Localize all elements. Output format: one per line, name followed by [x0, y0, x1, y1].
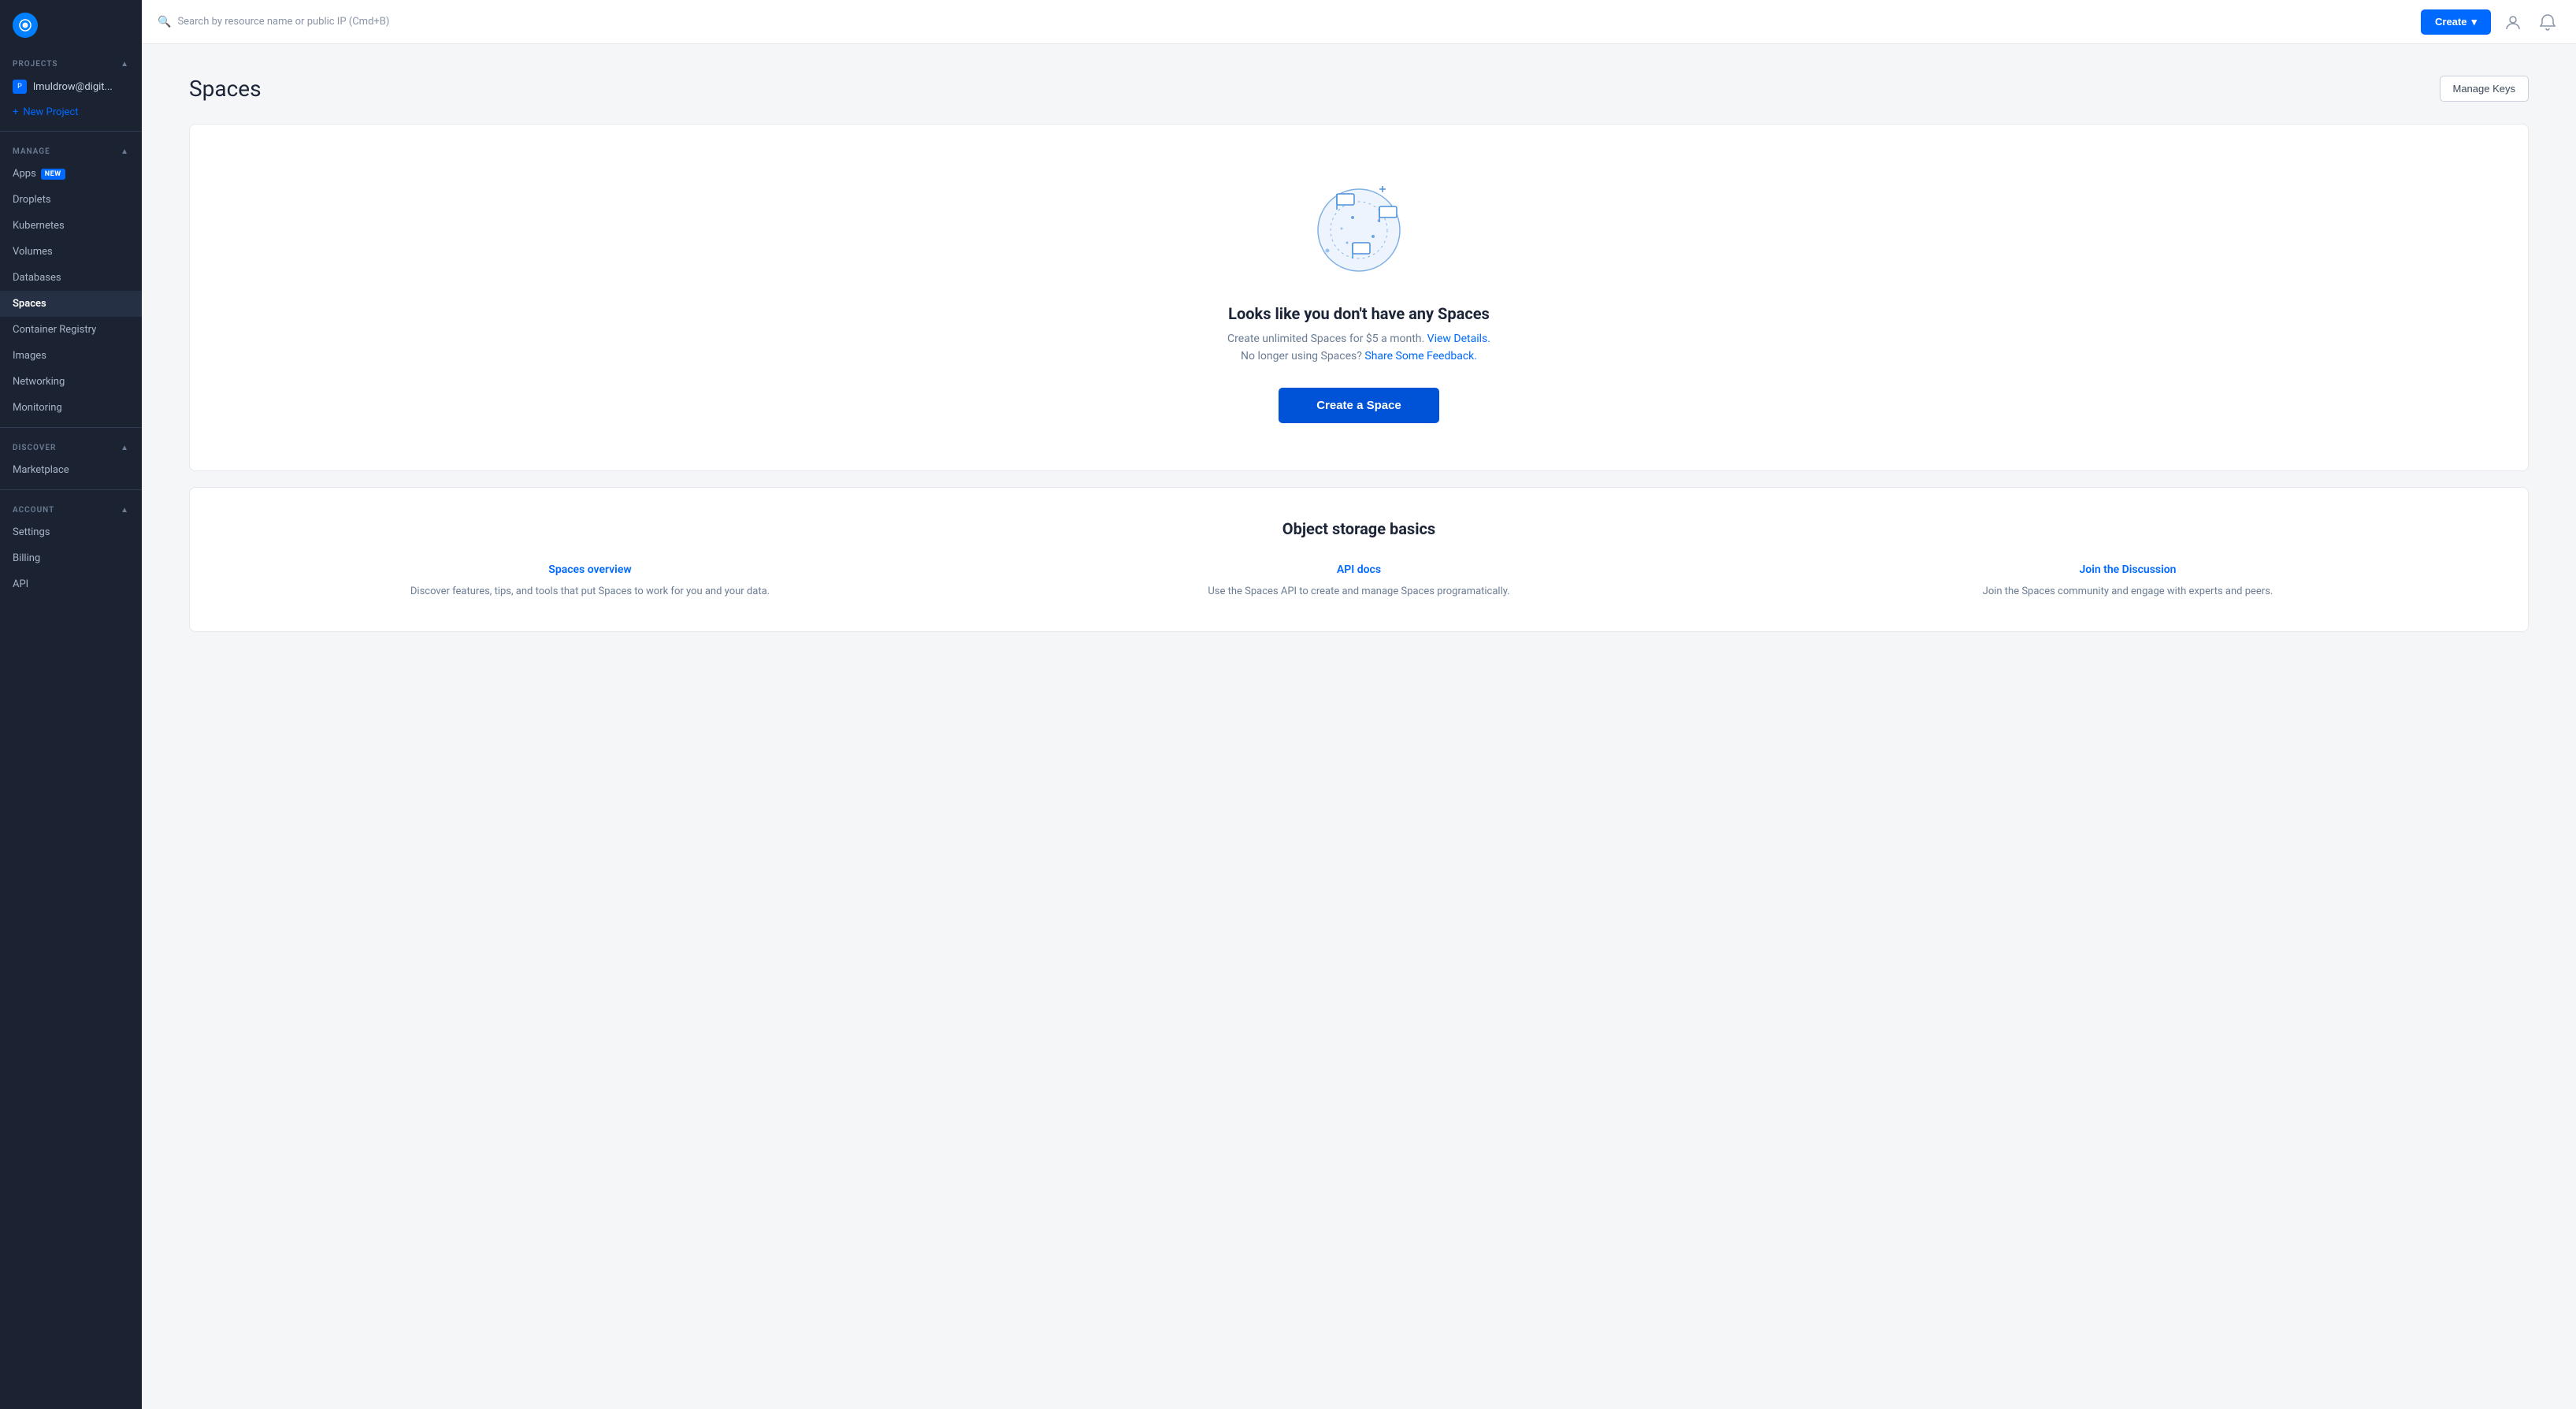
basics-item-overview: Spaces overview Discover features, tips,…	[221, 563, 959, 600]
spaces-illustration	[1304, 172, 1414, 282]
manage-keys-button[interactable]: Manage Keys	[2440, 76, 2530, 102]
sidebar-item-marketplace[interactable]: Marketplace	[0, 457, 142, 483]
sidebar-logo[interactable]	[0, 0, 142, 50]
basics-item-api: API docs Use the Spaces API to create an…	[990, 563, 1728, 600]
dropdown-arrow-icon: ▾	[2471, 16, 2477, 28]
create-button[interactable]: Create ▾	[2421, 9, 2491, 35]
spaces-overview-link[interactable]: Spaces overview	[221, 563, 959, 576]
sidebar-item-billing[interactable]: Billing	[0, 545, 142, 571]
spaces-overview-desc: Discover features, tips, and tools that …	[221, 584, 959, 600]
search-bar[interactable]: 🔍 Search by resource name or public IP (…	[158, 16, 2411, 28]
view-details-link[interactable]: View Details.	[1427, 333, 1490, 345]
empty-state-subtitle: Create unlimited Spaces for $5 a month. …	[1227, 333, 1490, 345]
manage-collapse-icon[interactable]: ▲	[121, 147, 129, 156]
basics-card: Object storage basics Spaces overview Di…	[189, 487, 2529, 632]
projects-collapse-icon[interactable]: ▲	[121, 60, 129, 69]
discover-section-header: DISCOVER ▲	[0, 434, 142, 457]
discover-collapse-icon[interactable]: ▲	[121, 444, 129, 452]
account-section-header: ACCOUNT ▲	[0, 496, 142, 519]
sidebar-item-spaces[interactable]: Spaces	[0, 291, 142, 317]
api-docs-desc: Use the Spaces API to create and manage …	[990, 584, 1728, 600]
page-content: Spaces Manage Keys	[142, 44, 2576, 1409]
apps-new-badge: NEW	[41, 169, 65, 180]
header-actions: Create ▾	[2421, 9, 2560, 35]
sidebar-item-databases[interactable]: Databases	[0, 265, 142, 291]
top-header: 🔍 Search by resource name or public IP (…	[142, 0, 2576, 44]
sidebar-item-api[interactable]: API	[0, 571, 142, 597]
plus-icon: +	[13, 106, 18, 118]
api-docs-link[interactable]: API docs	[990, 563, 1728, 576]
sidebar-item-droplets[interactable]: Droplets	[0, 187, 142, 213]
search-icon: 🔍	[158, 16, 171, 28]
basics-title: Object storage basics	[221, 519, 2496, 538]
basics-item-discussion: Join the Discussion Join the Spaces comm…	[1759, 563, 2496, 600]
basics-grid: Spaces overview Discover features, tips,…	[221, 563, 2496, 600]
sidebar-item-apps[interactable]: Apps NEW	[0, 161, 142, 187]
divider-3	[0, 489, 142, 490]
notifications-icon[interactable]	[2535, 9, 2560, 35]
current-project[interactable]: P lmuldrow@digit...	[0, 73, 142, 100]
page-header: Spaces Manage Keys	[189, 76, 2529, 102]
empty-state-card: Looks like you don't have any Spaces Cre…	[189, 124, 2529, 471]
sidebar-item-images[interactable]: Images	[0, 343, 142, 369]
create-space-button[interactable]: Create a Space	[1279, 388, 1439, 423]
page-title: Spaces	[189, 76, 262, 102]
project-icon: P	[13, 80, 27, 94]
sidebar: PROJECTS ▲ P lmuldrow@digit... + New Pro…	[0, 0, 142, 1409]
user-icon[interactable]	[2500, 9, 2526, 35]
sidebar-item-settings[interactable]: Settings	[0, 519, 142, 545]
divider-1	[0, 131, 142, 132]
share-feedback-link[interactable]: Share Some Feedback.	[1364, 350, 1477, 362]
sidebar-item-kubernetes[interactable]: Kubernetes	[0, 213, 142, 239]
sidebar-item-container-registry[interactable]: Container Registry	[0, 317, 142, 343]
join-discussion-desc: Join the Spaces community and engage wit…	[1759, 584, 2496, 600]
account-collapse-icon[interactable]: ▲	[121, 506, 129, 515]
join-discussion-link[interactable]: Join the Discussion	[1759, 563, 2496, 576]
empty-state-title: Looks like you don't have any Spaces	[1228, 304, 1490, 323]
sidebar-item-volumes[interactable]: Volumes	[0, 239, 142, 265]
sidebar-item-monitoring[interactable]: Monitoring	[0, 395, 142, 421]
sidebar-item-networking[interactable]: Networking	[0, 369, 142, 395]
projects-section-header: PROJECTS ▲	[0, 50, 142, 73]
main-panel: 🔍 Search by resource name or public IP (…	[142, 0, 2576, 1409]
empty-state-feedback: No longer using Spaces? Share Some Feedb…	[1241, 350, 1477, 362]
logo-icon	[13, 13, 38, 38]
manage-section-header: MANAGE ▲	[0, 138, 142, 161]
new-project-button[interactable]: + New Project	[0, 100, 142, 125]
divider-2	[0, 427, 142, 428]
